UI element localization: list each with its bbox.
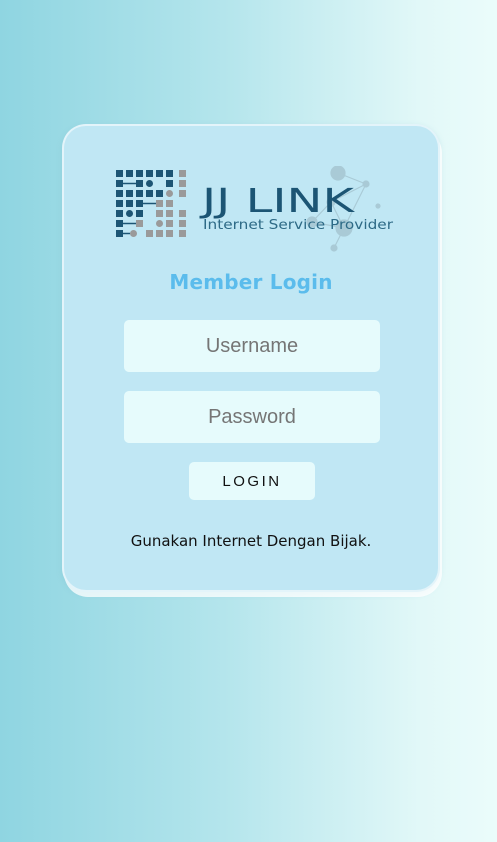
jj-link-logo: JJ LINK Internet Service Provider — [116, 166, 396, 256]
member-login-heading: Member Login — [169, 270, 333, 294]
chip-grid-icon — [116, 170, 186, 237]
logo-brand-text: JJ LINK — [199, 181, 356, 220]
username-input[interactable] — [124, 320, 380, 372]
password-input[interactable] — [124, 391, 380, 443]
footer-message: Gunakan Internet Dengan Bijak. — [130, 532, 372, 550]
login-button[interactable]: LOGIN — [189, 462, 315, 500]
login-card: JJ LINK Internet Service Provider Member… — [62, 124, 440, 592]
logo-tagline-text: Internet Service Provider — [203, 218, 394, 233]
